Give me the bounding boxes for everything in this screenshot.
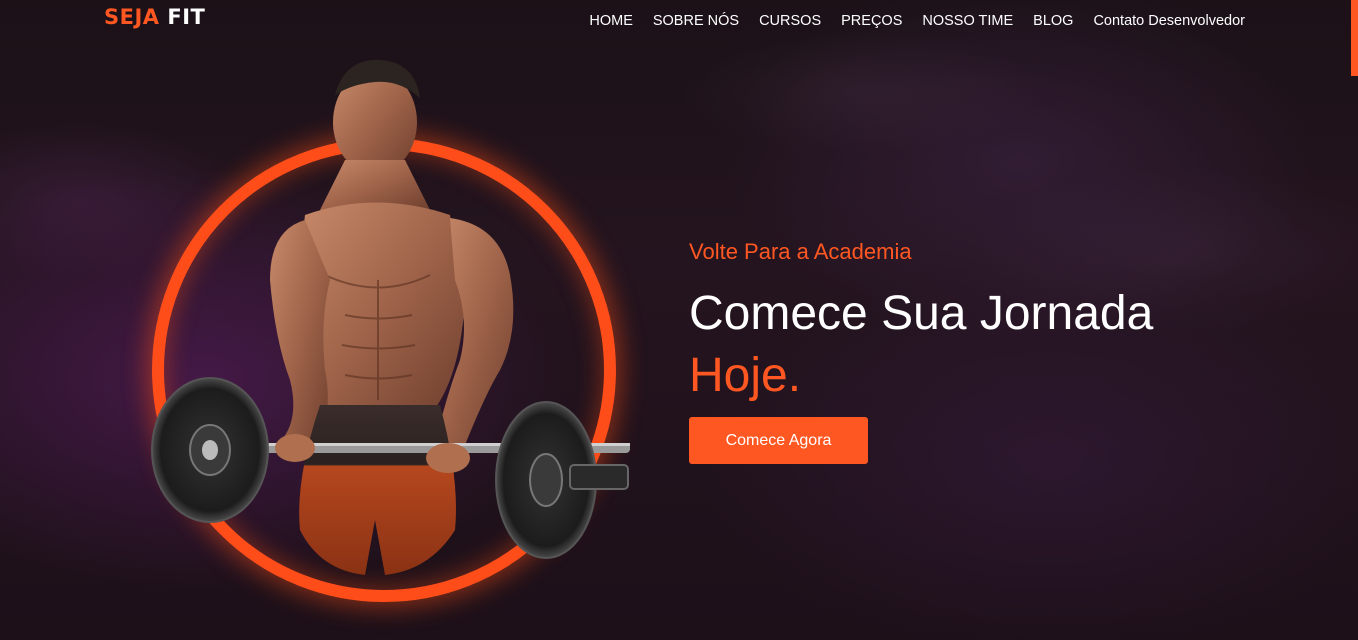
hero-heading: Comece Sua Jornada Hoje. [689,283,1153,407]
nav-item-nosso-time[interactable]: NOSSO TIME [922,13,1013,29]
hero-visual [130,50,650,630]
scroll-indicator[interactable] [1351,0,1358,76]
athlete-barbell-image [151,59,630,575]
brand-part-2: FIT [167,5,206,29]
nav-menu: HOME SOBRE NÓS CURSOS PREÇOS NOSSO TIME … [589,10,1245,29]
brand-part-1: SEJA [104,5,160,29]
nav-item-contato-desenvolvedor[interactable]: Contato Desenvolvedor [1093,13,1245,29]
nav-item-blog[interactable]: BLOG [1033,13,1073,29]
brand-logo[interactable]: SEJA FIT [104,5,205,29]
nav-item-cursos[interactable]: CURSOS [759,13,821,29]
hero-heading-line-2: Hoje. [689,349,802,402]
nav-item-home[interactable]: HOME [589,13,633,29]
nav-item-sobre-nos[interactable]: SOBRE NÓS [653,13,739,29]
comece-agora-button[interactable]: Comece Agora [689,417,868,464]
navbar: SEJA FIT HOME SOBRE NÓS CURSOS PREÇOS NO… [0,0,1358,40]
hero-section: SEJA FIT HOME SOBRE NÓS CURSOS PREÇOS NO… [0,0,1358,640]
nav-item-precos[interactable]: PREÇOS [841,13,902,29]
hero-heading-line-1: Comece Sua Jornada [689,287,1154,340]
hero-subtitle: Volte Para a Academia [689,239,912,264]
